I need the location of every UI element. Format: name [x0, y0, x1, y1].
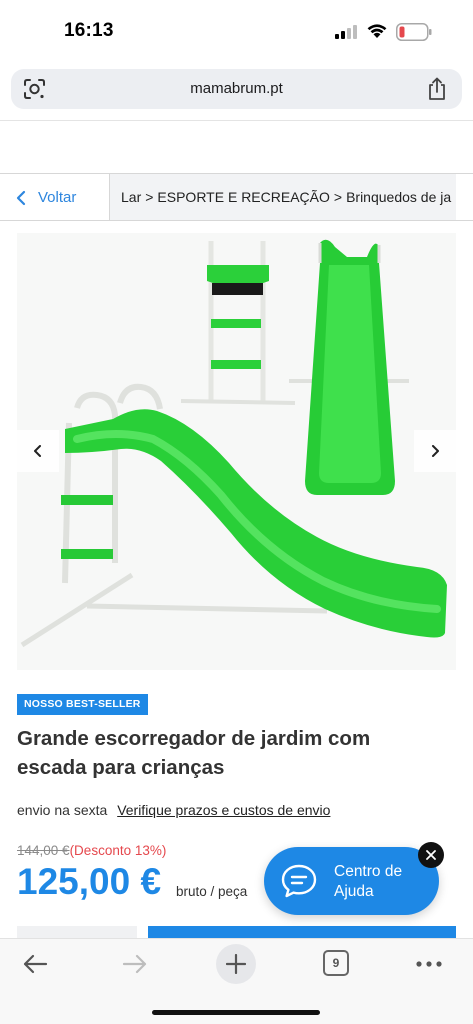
shipping-text: envio na sexta	[17, 802, 108, 818]
old-price-row: 144,00 €(Desconto 13%)	[17, 843, 166, 858]
breadcrumb-item-home[interactable]: Lar	[121, 189, 141, 205]
browser-toolbar: 9	[0, 938, 473, 1024]
chat-bubble-icon	[281, 864, 317, 898]
new-tab-button[interactable]	[216, 944, 256, 984]
price: 125,00 €	[17, 861, 162, 902]
status-bar: 16:13	[0, 0, 473, 62]
back-button[interactable]: Voltar	[0, 174, 110, 220]
product-title: Grande escorregador de jardim com escada…	[17, 727, 371, 779]
close-icon	[426, 850, 436, 860]
forward-arrow-icon[interactable]	[122, 953, 148, 975]
wifi-icon	[367, 24, 387, 38]
chevron-left-icon	[16, 190, 26, 206]
back-label: Voltar	[38, 189, 77, 206]
back-arrow-icon[interactable]	[22, 953, 48, 975]
chevron-left-icon	[34, 445, 41, 457]
gallery-prev-button[interactable]	[17, 430, 59, 472]
best-seller-badge: NOSSO BEST-SELLER	[17, 694, 148, 715]
home-indicator[interactable]	[152, 1010, 320, 1015]
breadcrumb-item-category[interactable]: ESPORTE E RECREAÇÃO	[157, 189, 329, 205]
header-divider	[0, 120, 473, 121]
product-image[interactable]	[17, 233, 456, 670]
shipping-info: envio na sexta Verifique prazos e custos…	[17, 802, 330, 818]
share-icon[interactable]	[427, 77, 447, 101]
status-time: 16:13	[64, 20, 114, 41]
breadcrumb-separator: >	[145, 189, 154, 205]
tabs-button[interactable]: 9	[323, 950, 349, 976]
old-price: 144,00 €	[17, 843, 70, 858]
breadcrumb-separator: >	[333, 189, 343, 205]
product-gallery[interactable]	[17, 233, 456, 670]
url-text[interactable]: mamabrum.pt	[11, 80, 462, 97]
gallery-next-button[interactable]	[414, 430, 456, 472]
battery-low-icon	[396, 23, 432, 41]
discount-label: (Desconto 13%)	[69, 843, 167, 858]
cellular-signal-icon	[335, 25, 357, 39]
more-icon[interactable]	[416, 960, 442, 968]
breadcrumb-trail: Lar > ESPORTE E RECREAÇÃO > Brinquedos de ja	[110, 174, 456, 220]
help-center-button[interactable]: Centro de Ajuda	[264, 847, 439, 915]
price-unit: bruto / peça	[176, 884, 248, 899]
chevron-right-icon	[432, 445, 439, 457]
help-close-button[interactable]	[418, 842, 444, 868]
breadcrumb: Voltar Lar > ESPORTE E RECREAÇÃO > Brinquedo…	[0, 173, 473, 221]
breadcrumb-item-subcategory[interactable]: Brinquedos de ja	[346, 189, 451, 205]
plus-icon	[226, 954, 246, 974]
help-center-label: Centro de Ajuda	[334, 863, 403, 900]
url-bar[interactable]: mamabrum.pt	[11, 69, 462, 109]
shipping-details-link[interactable]: Verifique prazos e custos de envio	[117, 802, 330, 818]
